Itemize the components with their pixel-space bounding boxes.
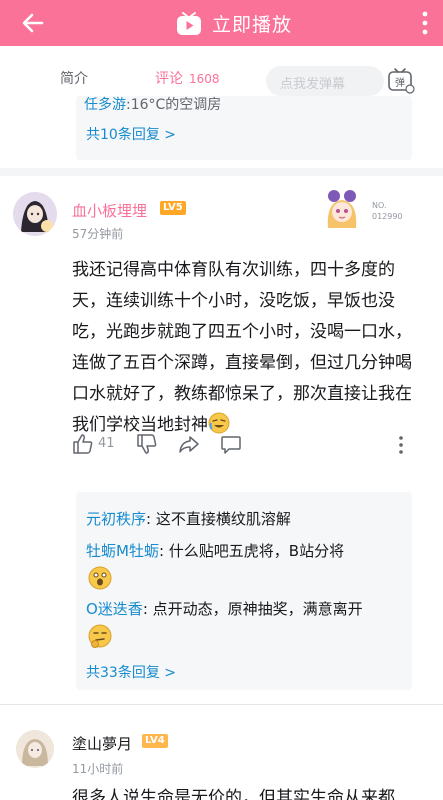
tv-play-icon: [177, 11, 201, 35]
fan-badge-icon: [327, 190, 357, 228]
avatar[interactable]: [13, 192, 57, 236]
fan-badge-number: NO. 012990: [372, 200, 403, 222]
top-bar: 立即播放: [0, 0, 443, 46]
thinking-emoji-icon: [88, 624, 112, 648]
dislike-icon[interactable]: [136, 433, 158, 455]
view-more-replies-link[interactable]: 共33条回复 >: [86, 662, 176, 682]
section-divider: [0, 168, 443, 176]
comment-text-body: 我还记得高中体育队有次训练，四十多度的天，连续训练十个小时，没吃饭，早饭也没吃，…: [72, 260, 412, 435]
comment-timestamp: 11小时前: [72, 762, 124, 776]
comment-divider: [0, 704, 443, 705]
like-icon[interactable]: [72, 433, 94, 455]
comment-text: 我还记得高中体育队有次训练，四十多度的天，连续训练十个小时，没吃饭，早饭也没吃，…: [72, 255, 428, 441]
reply-text: : 点开动态，原神抽奖，满意离开: [142, 600, 363, 618]
tab-intro[interactable]: 简介: [60, 68, 88, 88]
reply-line[interactable]: 牡蛎M牡蛎: 什么贴吧五虎将，B站分将: [86, 540, 344, 561]
reply-text: : 什么贴吧五虎将，B站分将: [158, 542, 345, 560]
reply-text: : 这不直接横纹肌溶解: [146, 510, 291, 528]
reply-user[interactable]: 牡蛎M牡蛎: [86, 542, 159, 560]
tab-comments[interactable]: 评论 1608: [155, 68, 220, 88]
app-page: 立即播放 简介 评论 1608 点我发弹幕 弹 任多游:16°C的空调房 共10条…: [0, 0, 443, 800]
reply-line: 任多游:16°C的空调房: [84, 96, 221, 114]
back-arrow-icon[interactable]: [18, 8, 48, 38]
laugh-cry-emoji-icon: [208, 412, 230, 434]
reply-preview-box: 元初秩序: 这不直接横纹肌溶解 牡蛎M牡蛎: 什么贴吧五虎将，B站分将 O迷迭香…: [76, 492, 412, 690]
tab-comments-label: 评论: [155, 71, 183, 87]
comment-username[interactable]: 塗山夢月: [72, 733, 132, 754]
danmaku-input[interactable]: 点我发弹幕: [266, 66, 384, 96]
comment-timestamp: 57分钟前: [72, 227, 124, 241]
user-level-badge: LV4: [142, 734, 168, 748]
user-level-badge: LV5: [160, 201, 186, 215]
reply-user[interactable]: O迷迭香: [86, 600, 143, 618]
surprised-emoji-icon: [88, 566, 112, 590]
view-more-replies-link[interactable]: 共10条回复 >: [86, 124, 176, 144]
reply-icon[interactable]: [220, 433, 242, 455]
reply-line[interactable]: 元初秩序: 这不直接横纹肌溶解: [86, 508, 291, 529]
comment-text: 很多人说生命是无价的，但其实生命从来都: [72, 788, 395, 800]
avatar-image: [16, 730, 54, 768]
danmaku-toggle-label: 弹: [395, 76, 405, 89]
like-count: 41: [98, 436, 115, 451]
more-vertical-icon[interactable]: [421, 10, 429, 36]
fan-badge-no-value: 012990: [372, 212, 403, 221]
share-icon[interactable]: [178, 433, 200, 455]
reply-line[interactable]: O迷迭香: 点开动态，原神抽奖，满意离开: [86, 598, 363, 619]
reply-text: :16°C的空调房: [126, 97, 222, 113]
danmaku-toggle-icon[interactable]: 弹: [386, 66, 416, 96]
reply-user[interactable]: 元初秩序: [86, 510, 146, 528]
reply-preview-box: 任多游:16°C的空调房 共10条回复 >: [76, 96, 412, 160]
comment-count: 1608: [189, 72, 220, 86]
fan-badge-no-label: NO.: [372, 201, 387, 210]
avatar[interactable]: [16, 730, 54, 768]
comment-username[interactable]: 血小板埋埋: [72, 200, 147, 221]
comment-more-icon[interactable]: [398, 435, 404, 455]
play-now-label: 立即播放: [212, 14, 293, 36]
comment-actions: 41: [72, 433, 412, 459]
avatar-image: [13, 192, 57, 236]
reply-user[interactable]: 任多游: [84, 97, 126, 113]
play-now-button[interactable]: 立即播放: [176, 10, 292, 37]
